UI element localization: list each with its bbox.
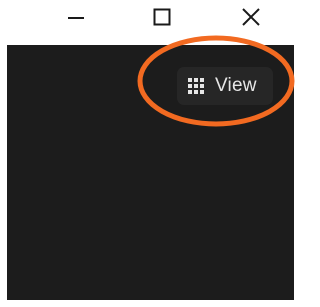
title-bar xyxy=(0,0,311,34)
close-icon xyxy=(242,8,260,26)
window: View xyxy=(0,0,311,307)
maximize-icon xyxy=(153,8,171,26)
grid-icon xyxy=(188,78,204,94)
minimize-button[interactable] xyxy=(54,0,98,34)
minimize-icon xyxy=(68,17,84,19)
maximize-button[interactable] xyxy=(140,0,184,34)
view-button[interactable]: View xyxy=(177,67,273,105)
close-button[interactable] xyxy=(229,0,273,34)
view-button-label: View xyxy=(215,75,257,96)
